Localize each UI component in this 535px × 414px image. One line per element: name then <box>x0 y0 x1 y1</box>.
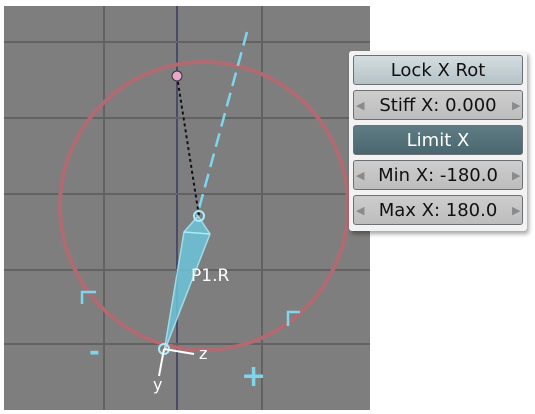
decrement-arrow-icon[interactable]: ◀ <box>356 99 364 112</box>
min-x-field[interactable]: ◀ Min X: -180.0 ▶ <box>353 160 523 190</box>
min-x-label: Min X: -180.0 <box>378 164 498 186</box>
plus-limit-sign: + <box>241 359 266 394</box>
increment-arrow-icon[interactable]: ▶ <box>512 169 520 182</box>
limit-x-toggle[interactable]: Limit X <box>353 125 523 155</box>
increment-arrow-icon[interactable]: ▶ <box>512 204 520 217</box>
ik-target-point[interactable] <box>171 70 183 82</box>
lock-x-rot-toggle[interactable]: Lock X Rot <box>353 55 523 85</box>
max-x-field[interactable]: ◀ Max X: 180.0 ▶ <box>353 195 523 225</box>
3d-viewport[interactable]: P1.R z y - + <box>4 6 370 410</box>
bone-direction-line <box>195 31 249 217</box>
bone-name-label: P1.R <box>191 266 229 286</box>
stiff-x-field[interactable]: ◀ Stiff X: 0.000 ▶ <box>353 90 523 120</box>
decrement-arrow-icon[interactable]: ◀ <box>356 204 364 217</box>
axis-y-label: y <box>153 375 162 394</box>
ik-limit-panel: Lock X Rot ◀ Stiff X: 0.000 ▶ Limit X ◀ … <box>349 51 527 231</box>
viewport-canvas: P1.R z y - + <box>4 6 370 410</box>
increment-arrow-icon[interactable]: ▶ <box>512 99 520 112</box>
minus-limit-sign: - <box>89 337 100 367</box>
decrement-arrow-icon[interactable]: ◀ <box>356 169 364 182</box>
stiff-x-label: Stiff X: 0.000 <box>379 94 497 116</box>
axis-z-label: z <box>199 344 207 363</box>
max-x-label: Max X: 180.0 <box>378 199 498 221</box>
